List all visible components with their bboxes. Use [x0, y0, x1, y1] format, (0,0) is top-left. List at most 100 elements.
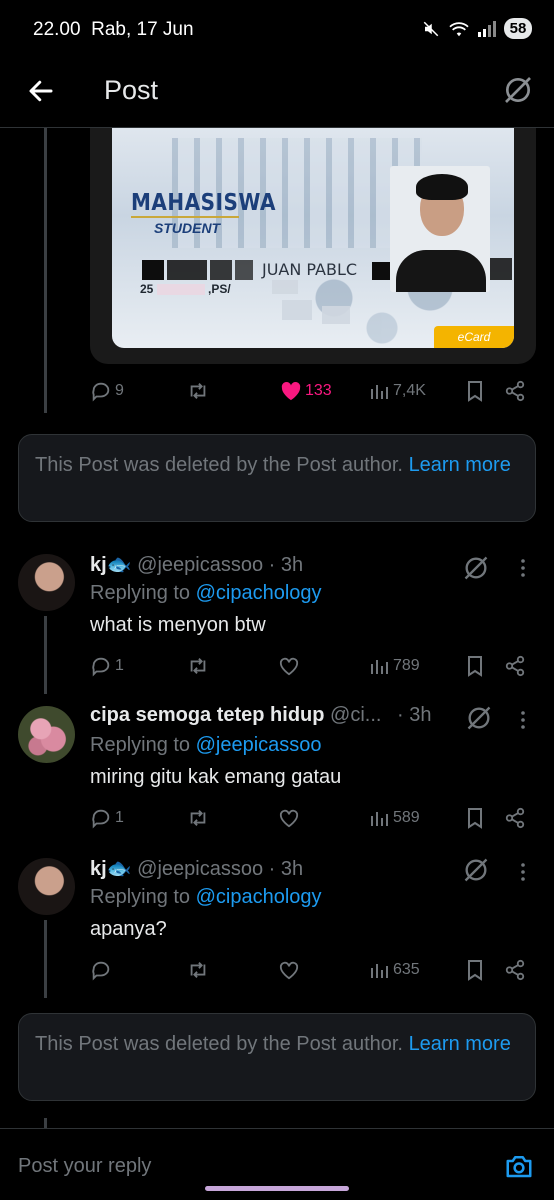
reply-button[interactable]: 1: [90, 807, 124, 829]
redaction-block: [142, 260, 164, 280]
replying-label: Replying to: [90, 582, 191, 604]
reply-button[interactable]: 1: [90, 655, 124, 677]
reply-button[interactable]: [90, 959, 115, 981]
display-name[interactable]: cipa semoga tetep hidup: [90, 704, 324, 726]
reply-actions: 1 589: [90, 803, 530, 833]
redaction-blur: [282, 300, 312, 320]
repost-button[interactable]: [186, 959, 210, 981]
photo-hair: [416, 174, 468, 200]
reply-text: apanya?: [90, 918, 167, 940]
mute-icon: [423, 21, 439, 36]
reply-count: 9: [115, 382, 124, 399]
status-bar: 22.00 Rab, 17 Jun 58: [0, 0, 554, 58]
learn-more-link[interactable]: Learn more: [409, 454, 511, 476]
wifi-icon: [449, 21, 469, 36]
reply-header: cipa semoga tetep hidup @ci... · 3h: [90, 704, 432, 727]
reply-button[interactable]: 9: [90, 380, 124, 402]
more-options-icon[interactable]: [515, 556, 531, 580]
grok-icon[interactable]: [462, 554, 490, 582]
repost-button[interactable]: [186, 655, 210, 677]
fish-emoji-icon: 🐟: [106, 554, 132, 576]
views-button[interactable]: 589: [370, 808, 420, 828]
gesture-bar[interactable]: [205, 1186, 349, 1191]
avatar[interactable]: [18, 858, 75, 915]
reply-actions: 635: [90, 955, 530, 985]
like-button[interactable]: [278, 808, 300, 828]
heart-icon: [279, 657, 299, 676]
bookmark-icon[interactable]: [465, 807, 485, 829]
share-icon[interactable]: [504, 807, 526, 829]
more-options-icon[interactable]: [515, 860, 531, 884]
avatar[interactable]: [18, 554, 75, 611]
like-count: 133: [305, 382, 332, 399]
more-options-icon[interactable]: [515, 708, 531, 732]
share-icon[interactable]: [504, 655, 526, 677]
replying-to: Replying to @jeepicassoo: [90, 734, 322, 757]
reply-icon: [92, 382, 110, 402]
views-icon: [371, 964, 388, 978]
reply-input[interactable]: Post your reply: [18, 1155, 151, 1178]
avatar[interactable]: [18, 706, 75, 763]
learn-more-link[interactable]: Learn more: [409, 1033, 511, 1055]
camera-icon[interactable]: [504, 1151, 534, 1181]
user-handle[interactable]: @jeepicassoo: [137, 554, 263, 576]
like-button[interactable]: [278, 656, 300, 676]
deleted-post-notice: This Post was deleted by the Post author…: [18, 1013, 536, 1101]
reply-icon: [92, 657, 110, 677]
views-button[interactable]: 7,4K: [370, 381, 426, 401]
timestamp: · 3h: [268, 858, 304, 880]
app-header: Post: [0, 58, 554, 128]
battery-indicator: 58: [504, 18, 532, 39]
status-icons: 58: [422, 18, 532, 39]
redaction-blur: [272, 280, 298, 294]
date: Rab, 17 Jun: [91, 19, 194, 40]
repost-button[interactable]: [186, 380, 210, 402]
redaction-blur: [322, 306, 350, 324]
reply-icon: [92, 809, 110, 829]
display-name[interactable]: kj: [90, 858, 107, 880]
grok-icon[interactable]: [465, 704, 493, 732]
thread-line: [44, 1118, 47, 1128]
like-button[interactable]: 133: [280, 381, 332, 401]
post-media[interactable]: MAHASISWA STUDENT JUAN PABLC 25 ,PS/ eCa…: [90, 128, 536, 364]
id-number-start: 25: [140, 282, 154, 296]
user-handle[interactable]: @jeepicassoo: [137, 858, 263, 880]
grok-icon[interactable]: [502, 74, 534, 106]
timestamp: · 3h: [268, 554, 304, 576]
views-button[interactable]: 635: [370, 960, 420, 980]
mention-link[interactable]: @cipachology: [196, 582, 322, 604]
bookmark-icon[interactable]: [465, 655, 485, 677]
mention-link[interactable]: @cipachology: [196, 886, 322, 908]
repost-button[interactable]: [186, 807, 210, 829]
user-handle[interactable]: @ci...: [330, 704, 381, 726]
id-card-underline: [131, 216, 239, 218]
thread-line: [44, 128, 47, 413]
reply-actions: 1 789: [90, 651, 530, 681]
bookmark-icon[interactable]: [465, 380, 485, 402]
id-card-number: 25 ,PS/: [140, 282, 231, 296]
views-button[interactable]: 789: [370, 656, 420, 676]
deleted-notice-text: This Post was deleted by the Post author…: [35, 454, 403, 476]
grok-icon[interactable]: [462, 856, 490, 884]
back-arrow-icon[interactable]: [26, 76, 56, 106]
like-button[interactable]: [278, 960, 300, 980]
bookmark-icon[interactable]: [465, 959, 485, 981]
mention-link[interactable]: @jeepicassoo: [196, 734, 322, 756]
replying-to: Replying to @cipachology: [90, 582, 322, 605]
view-count: 7,4K: [393, 382, 426, 399]
views-icon: [371, 812, 388, 826]
reply-text: miring gitu kak emang gatau: [90, 766, 342, 788]
share-icon[interactable]: [504, 380, 526, 402]
id-card-name: JUAN PABLC: [262, 260, 358, 279]
redaction-block: [235, 260, 253, 280]
clock: 22.00: [33, 19, 81, 40]
display-name[interactable]: kj: [90, 554, 107, 576]
reply-text: what is menyon btw: [90, 614, 266, 636]
post-actions: 9 133 7,4K: [90, 376, 530, 406]
reply-count: 1: [115, 657, 124, 674]
share-icon[interactable]: [504, 959, 526, 981]
redaction-block: [210, 260, 232, 280]
view-count: 789: [393, 657, 420, 674]
fish-emoji-icon: 🐟: [106, 858, 132, 880]
deleted-post-notice: This Post was deleted by the Post author…: [18, 434, 536, 522]
